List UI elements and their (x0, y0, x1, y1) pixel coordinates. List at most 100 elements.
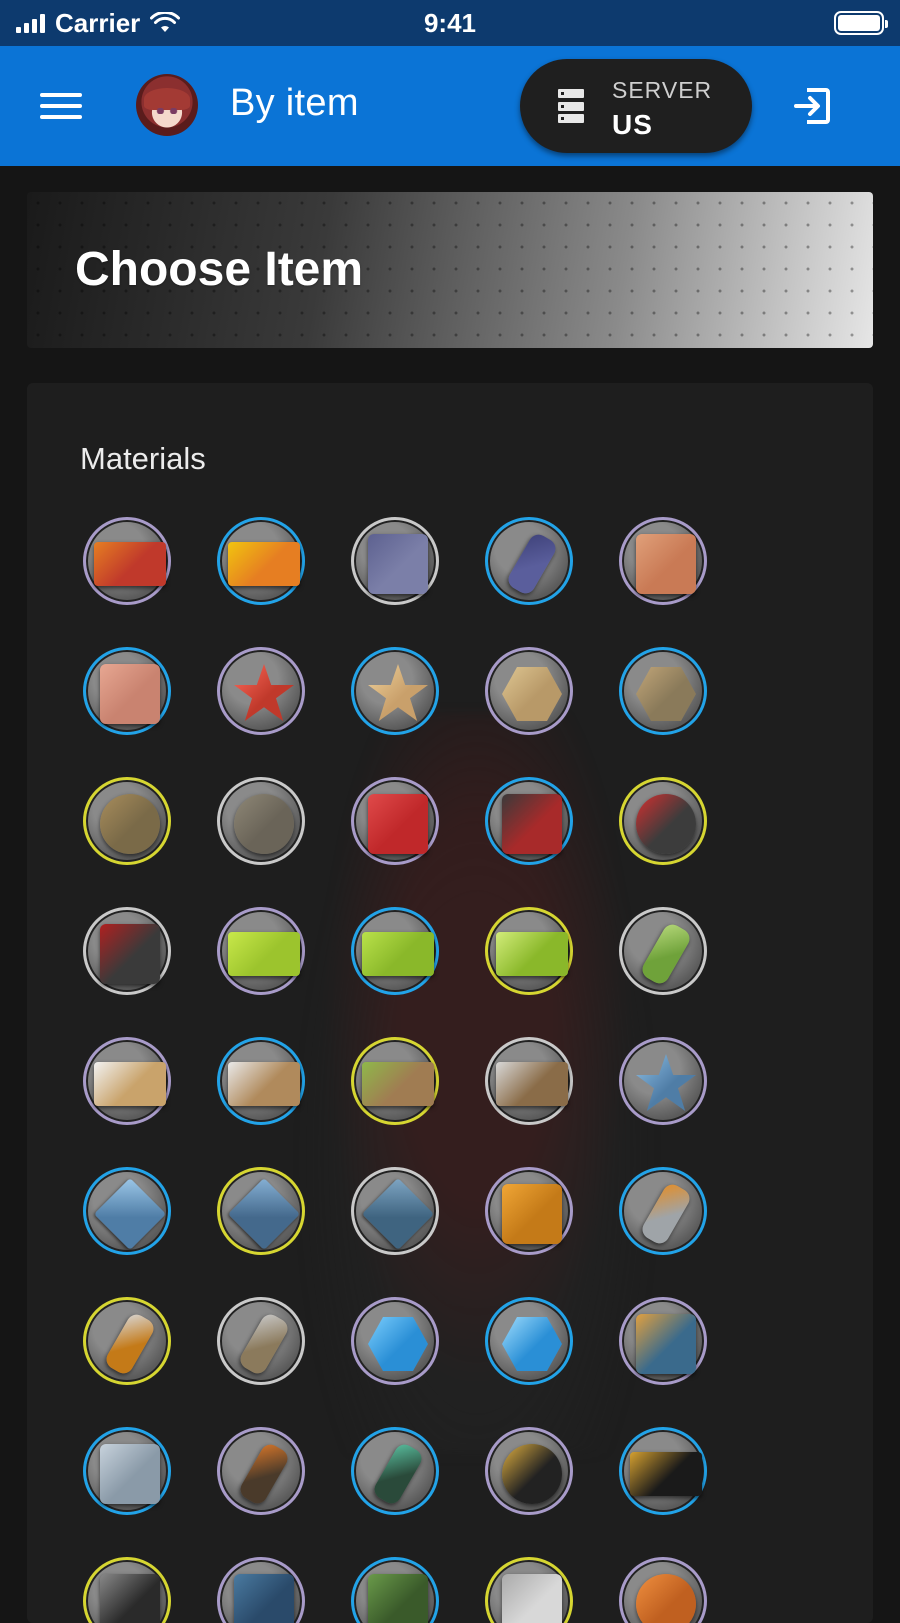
wifi-icon (150, 12, 181, 32)
material-item[interactable] (485, 1427, 573, 1515)
material-icon (93, 1177, 167, 1251)
material-icon (234, 794, 294, 854)
battery-level (838, 15, 880, 31)
material-icon (234, 664, 294, 721)
material-item[interactable] (619, 517, 707, 605)
choose-item-banner: Choose Item (27, 192, 873, 348)
status-left: Carrier (16, 8, 276, 39)
material-icon (502, 1444, 562, 1504)
material-icon (228, 1062, 300, 1106)
material-icon (368, 794, 428, 854)
material-icon (638, 921, 694, 987)
material-icon (368, 664, 428, 721)
cellular-signal-icon (16, 13, 45, 33)
material-item[interactable] (485, 777, 573, 865)
material-icon (362, 932, 434, 976)
material-item[interactable] (351, 907, 439, 995)
material-icon (496, 932, 568, 976)
material-item[interactable] (619, 1167, 707, 1255)
page-title: By item (230, 82, 359, 124)
material-icon (234, 1574, 294, 1623)
material-item[interactable] (485, 907, 573, 995)
material-icon (502, 1184, 562, 1244)
material-item[interactable] (217, 517, 305, 605)
material-icon (228, 932, 300, 976)
material-icon (636, 1574, 696, 1623)
server-value: US (612, 109, 653, 140)
material-item[interactable] (619, 1297, 707, 1385)
material-icon (100, 1444, 160, 1504)
material-item[interactable] (351, 1557, 439, 1623)
material-icon (102, 1311, 158, 1377)
material-item[interactable] (351, 647, 439, 735)
material-icon (638, 1181, 694, 1247)
material-item[interactable] (619, 1427, 707, 1515)
material-item[interactable] (217, 1557, 305, 1623)
material-icon (236, 1311, 292, 1377)
material-item[interactable] (485, 1297, 573, 1385)
material-icon (502, 1317, 562, 1371)
material-item[interactable] (83, 1297, 171, 1385)
material-item[interactable] (351, 1167, 439, 1255)
material-item[interactable] (83, 1557, 171, 1623)
material-item[interactable] (619, 907, 707, 995)
material-icon (227, 1177, 301, 1251)
material-item[interactable] (351, 777, 439, 865)
avatar[interactable] (136, 74, 198, 136)
material-item[interactable] (619, 1037, 707, 1125)
material-item[interactable] (217, 1297, 305, 1385)
material-item[interactable] (217, 1037, 305, 1125)
material-item[interactable] (83, 647, 171, 735)
material-item[interactable] (83, 1427, 171, 1515)
material-icon (100, 1574, 160, 1623)
material-item[interactable] (619, 777, 707, 865)
material-icon (100, 794, 160, 854)
material-item[interactable] (619, 1557, 707, 1623)
status-right (624, 11, 888, 35)
material-item[interactable] (83, 1167, 171, 1255)
status-bar: Carrier 9:41 (0, 0, 900, 46)
material-icon (636, 794, 696, 854)
material-icon (636, 1054, 696, 1111)
material-icon (361, 1177, 435, 1251)
logout-icon[interactable] (790, 84, 834, 128)
material-icon (636, 534, 696, 594)
hamburger-menu-icon[interactable] (40, 90, 82, 122)
material-item[interactable] (217, 647, 305, 735)
material-icon (362, 1062, 434, 1106)
material-icon (636, 667, 696, 721)
material-item[interactable] (217, 1167, 305, 1255)
section-title: Materials (80, 441, 206, 476)
material-item[interactable] (351, 517, 439, 605)
material-icon (100, 924, 160, 984)
material-item[interactable] (83, 777, 171, 865)
material-icon (636, 1314, 696, 1374)
material-item[interactable] (217, 1427, 305, 1515)
material-item[interactable] (351, 1297, 439, 1385)
material-icon (228, 542, 300, 586)
server-label: SERVER (612, 77, 713, 103)
materials-card: Materials (27, 383, 873, 1623)
material-item[interactable] (217, 777, 305, 865)
material-item[interactable] (485, 517, 573, 605)
material-item[interactable] (619, 647, 707, 735)
material-item[interactable] (485, 647, 573, 735)
server-icon (558, 89, 584, 123)
material-item[interactable] (485, 1037, 573, 1125)
material-item[interactable] (351, 1037, 439, 1125)
hero-title: Choose Item (75, 243, 364, 296)
material-icon (370, 1441, 426, 1507)
material-item[interactable] (485, 1557, 573, 1623)
material-item[interactable] (83, 517, 171, 605)
carrier-label: Carrier (55, 7, 141, 38)
material-item[interactable] (485, 1167, 573, 1255)
material-icon (100, 664, 160, 724)
material-item[interactable] (83, 907, 171, 995)
material-icon (368, 534, 428, 594)
server-selector-button[interactable]: SERVER US (520, 59, 752, 153)
material-icon (502, 794, 562, 854)
material-item[interactable] (217, 907, 305, 995)
material-icon (368, 1574, 428, 1623)
material-item[interactable] (351, 1427, 439, 1515)
material-item[interactable] (83, 1037, 171, 1125)
